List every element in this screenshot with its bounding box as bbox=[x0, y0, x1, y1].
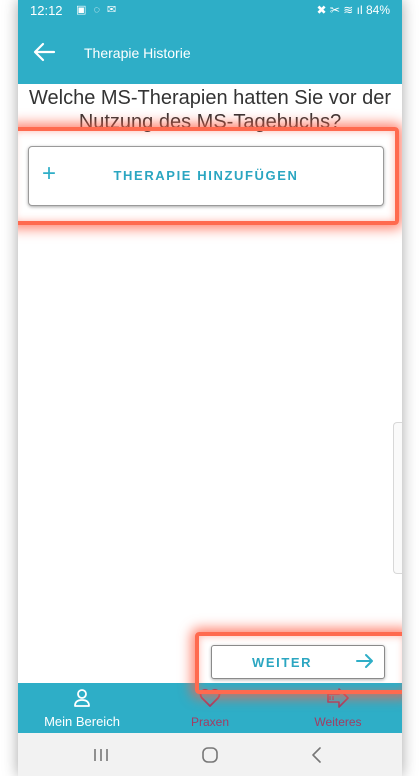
question-line-1: Welche MS-Therapien hatten Sie vor der bbox=[28, 87, 392, 109]
system-back-icon[interactable] bbox=[302, 743, 332, 767]
recent-apps-icon[interactable] bbox=[86, 743, 116, 767]
home-icon[interactable] bbox=[195, 743, 225, 767]
status-time: 12:12 bbox=[30, 3, 63, 18]
highlight-next-button bbox=[195, 632, 402, 694]
back-arrow-icon[interactable] bbox=[32, 42, 56, 62]
page-title: Therapie Historie bbox=[84, 45, 191, 61]
nav-label-praxen: Praxen bbox=[190, 715, 230, 729]
nav-item-mein-bereich[interactable]: Mein Bereich bbox=[18, 683, 146, 733]
scrollbar[interactable] bbox=[393, 422, 402, 574]
notification-icons: ▣ ◌ ✉ bbox=[76, 4, 119, 16]
person-icon bbox=[71, 688, 93, 708]
status-right-indicators: ✖ ✂ ≋ ıl 84% bbox=[316, 3, 390, 17]
nav-label-mein-bereich: Mein Bereich bbox=[44, 714, 120, 729]
app-bar: Therapie Historie bbox=[18, 22, 402, 84]
status-bar: 12:12 ▣ ◌ ✉ ✖ ✂ ≋ ıl 84% bbox=[18, 0, 402, 22]
nav-label-weiteres: Weiteres bbox=[314, 715, 362, 729]
phone-screen: 12:12 ▣ ◌ ✉ ✖ ✂ ≋ ıl 84% Therapie Histor… bbox=[18, 0, 402, 776]
highlight-add-therapy bbox=[18, 127, 399, 225]
android-navigation-bar bbox=[18, 733, 402, 776]
